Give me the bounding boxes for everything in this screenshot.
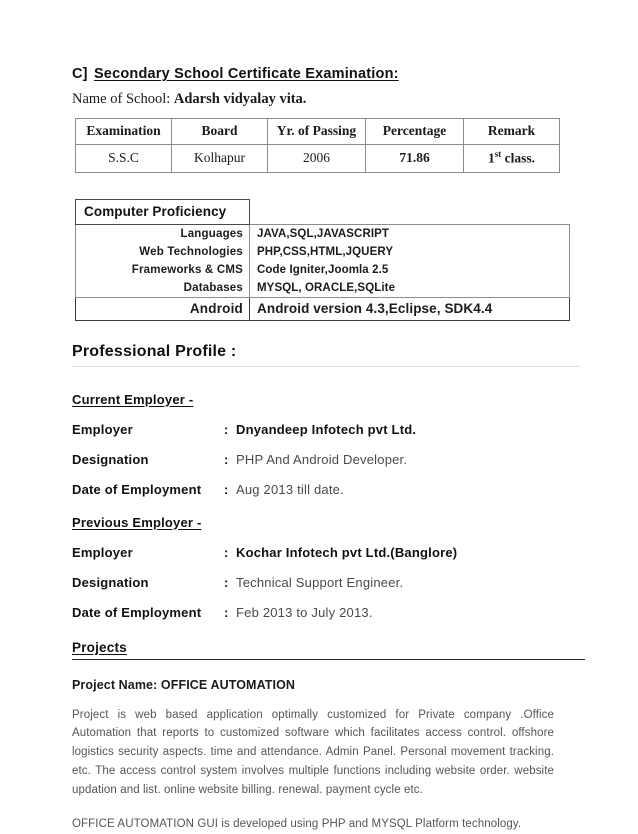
current-employer-row-designation: Designation : PHP And Android Developer. <box>72 452 586 467</box>
previous-employer-row-date: Date of Employment : Feb 2013 to July 20… <box>72 605 586 620</box>
school-name-line: Name of School: Adarsh vidyalay vita. <box>72 91 586 108</box>
previous-employer-heading-label: Previous Employer - <box>72 514 202 530</box>
cell-examination: S.S.C <box>75 144 172 173</box>
cp-value-web-technologies: PHP,CSS,HTML,JQUERY <box>249 242 570 261</box>
current-employer-row-date: Date of Employment : Aug 2013 till date. <box>72 482 586 497</box>
cp-label-frameworks-cms: Frameworks & CMS <box>75 260 250 279</box>
colon-separator: : <box>224 544 229 560</box>
col-examination: Examination <box>75 118 172 145</box>
cp-title-blank-cell <box>250 199 570 224</box>
school-label: Name of School: <box>72 91 171 107</box>
value-employer: Kochar Infotech pvt Ltd.(Banglore) <box>236 544 458 560</box>
cp-value-languages: JAVA,SQL,JAVASCRIPT <box>249 223 570 243</box>
education-table: Examination Board Yr. of Passing Percent… <box>75 118 560 173</box>
remark-rest: class. <box>501 150 535 166</box>
cp-value-frameworks-cms: Code Igniter,Joomla 2.5 <box>249 260 570 279</box>
projects-heading-label: Projects <box>72 639 127 655</box>
label-date-of-employment: Date of Employment <box>72 604 202 620</box>
professional-profile-title: Professional Profile : <box>72 343 580 367</box>
document-content: C] Secondary School Certificate Examinat… <box>72 66 586 834</box>
cp-label-languages: Languages <box>75 223 250 243</box>
value-employer: Dnyandeep Infotech pvt Ltd. <box>236 421 417 437</box>
cp-value-android: Android version 4.3,Eclipse, SDK4.4 <box>249 296 570 321</box>
cp-label-android: Android <box>75 296 250 321</box>
value-designation: PHP And Android Developer. <box>236 451 408 467</box>
school-name: Adarsh vidyalay vita. <box>173 91 307 107</box>
cp-value-databases: MYSQL, ORACLE,SQLite <box>249 278 570 298</box>
cp-title-row: Computer Proficiency <box>75 198 570 225</box>
project-description-paragraph-2: OFFICE AUTOMATION GUI is developed using… <box>72 818 522 831</box>
cell-remark: 1st class. <box>463 144 560 173</box>
col-year-of-passing: Yr. of Passing <box>267 118 366 145</box>
computer-proficiency-table: Computer Proficiency Languages JAVA,SQL,… <box>75 198 570 321</box>
previous-employer-row-designation: Designation : Technical Support Engineer… <box>72 575 586 590</box>
section-c-heading: C] Secondary School Certificate Examinat… <box>72 66 586 82</box>
colon-separator: : <box>224 421 229 437</box>
colon-separator: : <box>224 481 229 497</box>
current-employer-row-employer: Employer : Dnyandeep Infotech pvt Ltd. <box>72 422 586 437</box>
label-employer: Employer <box>72 544 133 560</box>
computer-proficiency-section: Computer Proficiency Languages JAVA,SQL,… <box>72 198 586 321</box>
projects-heading: Projects <box>72 640 585 660</box>
table-row: Databases MYSQL, ORACLE,SQLite <box>75 278 570 298</box>
cell-board: Kolhapur <box>171 144 268 173</box>
previous-employer-row-employer: Employer : Kochar Infotech pvt Ltd.(Bang… <box>72 545 586 560</box>
col-board: Board <box>171 118 268 145</box>
education-table-header-row: Examination Board Yr. of Passing Percent… <box>75 118 560 145</box>
current-employer-heading: Current Employer - <box>72 392 586 407</box>
col-remark: Remark <box>463 118 560 145</box>
value-designation: Technical Support Engineer. <box>236 574 404 590</box>
remark-number: 1 <box>488 150 495 166</box>
resume-page: C] Secondary School Certificate Examinat… <box>0 0 638 830</box>
label-designation: Designation <box>72 451 149 467</box>
project-name: Project Name: OFFICE AUTOMATION <box>72 677 296 692</box>
value-date-of-employment: Feb 2013 to July 2013. <box>236 604 373 620</box>
colon-separator: : <box>224 604 229 620</box>
colon-separator: : <box>224 574 229 590</box>
label-employer: Employer <box>72 421 133 437</box>
label-designation: Designation <box>72 574 149 590</box>
value-date-of-employment: Aug 2013 till date. <box>236 481 344 497</box>
project-description-paragraph-1: Project is web based application optimal… <box>72 708 554 797</box>
current-employer-heading-label: Current Employer - <box>72 391 194 407</box>
colon-separator: : <box>224 451 229 467</box>
computer-proficiency-title: Computer Proficiency <box>75 198 250 225</box>
table-row: Web Technologies PHP,CSS,HTML,JQUERY <box>75 242 570 261</box>
table-row: Languages JAVA,SQL,JAVASCRIPT <box>75 223 570 243</box>
cell-year-of-passing: 2006 <box>267 144 366 173</box>
col-percentage: Percentage <box>365 118 464 145</box>
label-date-of-employment: Date of Employment <box>72 481 202 497</box>
previous-employer-heading: Previous Employer - <box>72 515 586 530</box>
section-c-title: Secondary School Certificate Examination… <box>93 66 399 82</box>
cell-percentage: 71.86 <box>365 144 464 173</box>
section-c-lead: C] <box>72 66 88 82</box>
cp-label-databases: Databases <box>75 278 250 298</box>
table-row: S.S.C Kolhapur 2006 71.86 1st class. <box>75 144 560 173</box>
table-row: Frameworks & CMS Code Igniter,Joomla 2.5 <box>75 260 570 279</box>
table-row-android: Android Android version 4.3,Eclipse, SDK… <box>75 296 570 321</box>
cp-label-web-technologies: Web Technologies <box>75 242 250 261</box>
